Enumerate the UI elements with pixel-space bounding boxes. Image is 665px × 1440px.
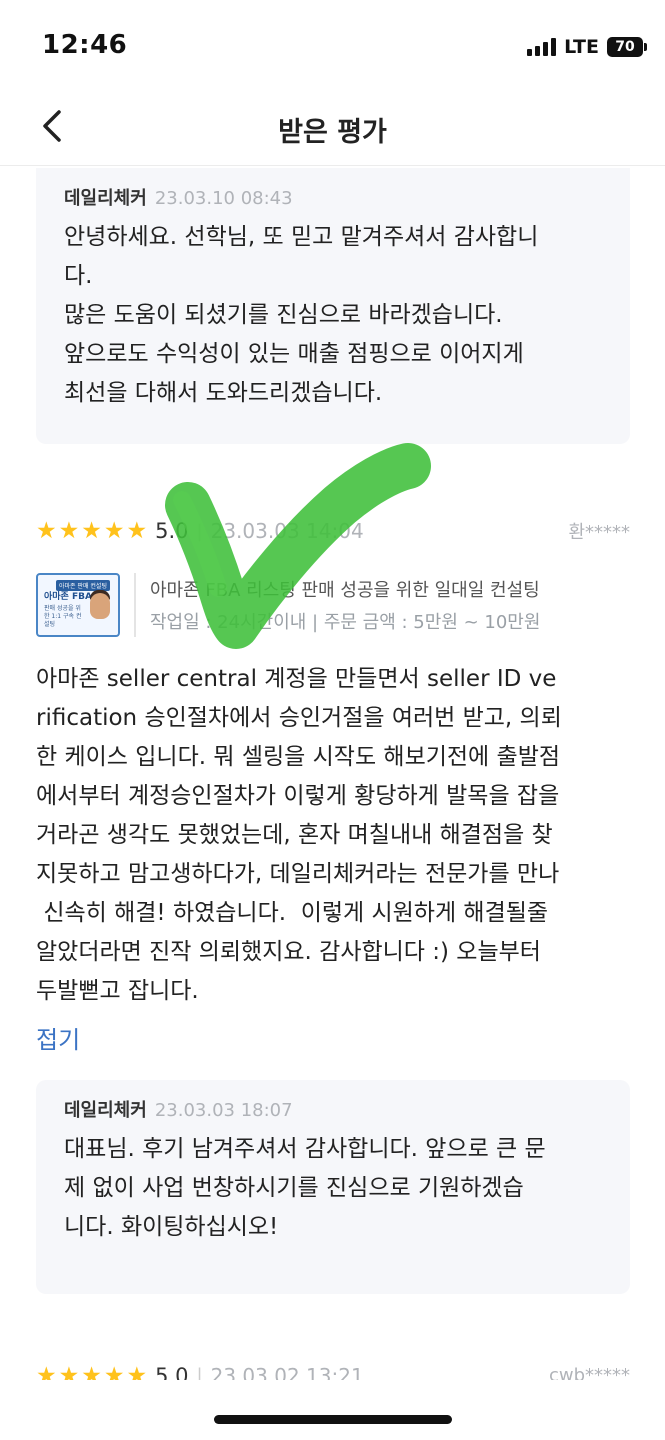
divider [134, 573, 136, 637]
divider: | [196, 520, 203, 542]
reply-body: 안녕하세요. 선학님, 또 믿고 맡겨주셔서 감사합니 다. 많은 도움이 되셨… [64, 224, 539, 406]
thumbnail-title: 아마존 FBA [44, 592, 92, 602]
review-date: 23.03.03 14:04 [210, 519, 364, 543]
star-icon: ★ [58, 1363, 80, 1380]
reply-body: 대표님. 후기 남겨주셔서 감사합니다. 앞으로 큰 문 제 없이 사업 번창하… [64, 1136, 546, 1240]
status-bar: 12:46 LTE 70 [0, 0, 665, 100]
service-title[interactable]: 아마존 FBA 리스팅 판매 성공을 위한 일대일 컨설팅 [150, 576, 540, 602]
network-type: LTE [564, 36, 599, 58]
star-icon: ★ [126, 518, 148, 544]
home-indicator[interactable] [214, 1415, 452, 1424]
reply-header: 데일리체커 23.03.03 18:07 [64, 1096, 602, 1122]
page-title: 받은 평가 [278, 117, 387, 148]
fold-button[interactable]: 접기 [36, 1020, 80, 1055]
review-body: 아마존 seller central 계정을 만들면서 seller ID ve… [36, 666, 562, 1004]
next-review-header: ★ ★ ★ ★ ★ 5.0 | 23.03.02 13:21 cwb***** [36, 1362, 630, 1380]
star-icon: ★ [126, 1363, 148, 1380]
review-date: 23.03.02 13:21 [210, 1364, 364, 1380]
thumbnail-subtitle: 판매 성공을 위한 1:1 구속 컨설팅 [44, 605, 82, 628]
bottom-area [0, 1380, 665, 1440]
seller-reply-card: 데일리체커 23.03.10 08:43 안녕하세요. 선학님, 또 믿고 맡겨주… [36, 168, 630, 444]
star-icon: ★ [36, 518, 57, 544]
service-meta: 작업일 : 24시간이내 | 주문 금액 : 5만원 ~ 10만원 [150, 612, 541, 633]
star-icon: ★ [36, 1363, 57, 1380]
reply-header: 데일리체커 23.03.10 08:43 [64, 184, 602, 210]
battery-icon: 70 [607, 37, 647, 57]
service-thumbnail[interactable]: 아마존 판매 컨설팅 아마존 FBA 판매 성공을 위한 1:1 구속 컨설팅 [36, 573, 120, 637]
service-text: 아마존 FBA 리스팅 판매 성공을 위한 일대일 컨설팅 작업일 : 24시간… [150, 576, 540, 634]
reply-date: 23.03.03 18:07 [154, 1100, 293, 1121]
reviewer-name: cwb***** [548, 1365, 630, 1380]
reply-author: 데일리체커 [64, 1100, 147, 1121]
star-icon: ★ [81, 518, 102, 544]
rating-value: 5.0 [155, 519, 189, 543]
signal-icon [527, 38, 557, 56]
reviewer-name: 환***** [568, 522, 630, 543]
rating-value: 5.0 [155, 1364, 189, 1380]
nav-header: 받은 평가 [0, 90, 665, 166]
status-indicators: LTE 70 [527, 36, 647, 58]
reply-date: 23.03.10 08:43 [154, 188, 293, 209]
reply-author: 데일리체커 [64, 188, 147, 209]
star-icon: ★ [103, 518, 125, 544]
review-header: ★ ★ ★ ★ ★ 5.0 | 23.03.03 14:04 환***** [36, 516, 630, 546]
star-icon: ★ [81, 1363, 102, 1380]
service-info[interactable]: 아마존 판매 컨설팅 아마존 FBA 판매 성공을 위한 1:1 구속 컨설팅 … [36, 572, 630, 638]
avatar-icon [90, 593, 110, 619]
star-rating: ★ ★ ★ ★ ★ [36, 519, 147, 543]
seller-reply-card: 데일리체커 23.03.03 18:07 대표님. 후기 남겨주셔서 감사합니다.… [36, 1080, 630, 1294]
status-time: 12:46 [42, 30, 128, 60]
star-icon: ★ [103, 1363, 125, 1380]
star-rating: ★ ★ ★ ★ ★ [36, 1362, 147, 1380]
divider: | [196, 1365, 203, 1380]
star-icon: ★ [58, 518, 80, 544]
